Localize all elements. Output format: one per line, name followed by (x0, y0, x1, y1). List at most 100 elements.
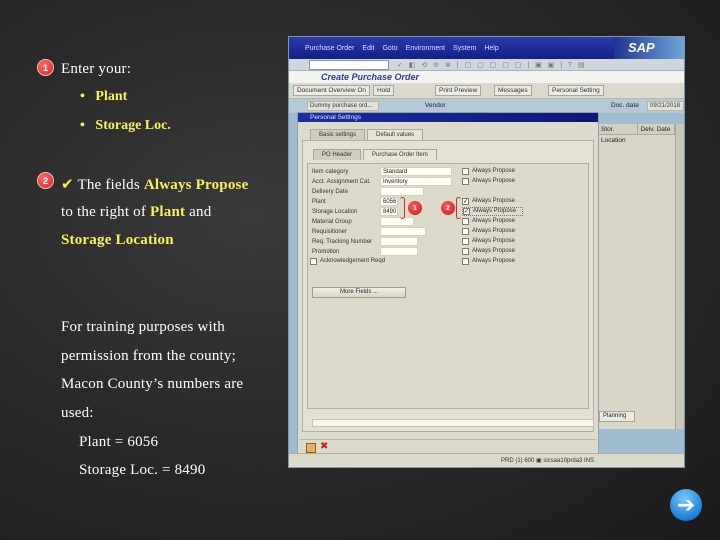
always-propose-material-group[interactable]: Always Propose (462, 217, 515, 226)
note-storage-value: Storage Loc. = 8490 (79, 462, 206, 478)
checkbox-checked[interactable]: ✓ (462, 198, 469, 205)
annotation-badge-1: 1 (408, 201, 422, 215)
menu-system[interactable]: System (453, 45, 476, 52)
checkbox[interactable] (462, 218, 469, 225)
acknowledgement-reqd-checkbox[interactable]: Acknowledgement Reqd (310, 257, 385, 266)
save-icon[interactable] (306, 443, 316, 453)
delivery-date-field[interactable] (380, 187, 424, 196)
item-category-field[interactable]: Standard (380, 167, 452, 176)
table-vertical-scrollbar[interactable] (675, 124, 684, 429)
personal-setting-button[interactable]: Personal Setting (548, 85, 604, 96)
checkbox-label: Always Propose (472, 238, 516, 244)
note-line-1: For training purposes with (61, 319, 225, 335)
req-tracking-field[interactable] (380, 237, 418, 246)
note-line-3: Macon County’s numbers are (61, 376, 244, 392)
annotation-brace-2 (456, 197, 461, 219)
checkbox[interactable] (462, 168, 469, 175)
label-requisitioner: Requisitioner (312, 229, 348, 235)
label-storage-location: Storage Location (312, 209, 358, 215)
tab-default-values[interactable]: Default values (367, 129, 424, 140)
sap-menu-bar: Purchase Order Edit Goto Environment Sys… (289, 37, 684, 59)
tab-purchase-order-item[interactable]: Purchase Order Item (363, 149, 437, 160)
checkbox[interactable] (462, 238, 469, 245)
system-info: PRD (1) 600 ▣ sicsaa10prda3 INS (501, 458, 595, 464)
hold-button[interactable]: Hold (373, 85, 395, 96)
acct-assignment-field[interactable]: Inventory (380, 177, 452, 186)
item-table-header: Stor. Location Delv. Date (599, 124, 675, 144)
label-item-category: Item category (312, 169, 349, 175)
menu-environment[interactable]: Environment (406, 45, 445, 52)
label-req-tracking: Req. Tracking Number (312, 239, 373, 245)
checkbox[interactable] (462, 258, 469, 265)
sap-logo: SAP (614, 37, 684, 59)
checkbox[interactable] (462, 178, 469, 185)
more-fields-button[interactable]: More Fields ... (312, 287, 406, 298)
step-2-badge: 2 (37, 172, 54, 189)
print-preview-button[interactable]: Print Preview (435, 85, 482, 96)
annotation-brace-1 (400, 197, 405, 219)
always-propose-storage-location[interactable]: ✓ Always Propose (462, 207, 524, 216)
checkbox-checked[interactable]: ✓ (463, 208, 470, 215)
sap-screenshot: Purchase Order Edit Goto Environment Sys… (288, 36, 685, 468)
checkbox-label: Always Propose (473, 208, 517, 214)
checkbox-label: Always Propose (472, 218, 516, 224)
always-propose-acct-assignment[interactable]: Always Propose (462, 177, 515, 186)
checkbox-label: Always Propose (472, 248, 516, 254)
checkbox[interactable] (462, 248, 469, 255)
planning-button[interactable]: Planning (599, 411, 635, 422)
col-storage-location[interactable]: Stor. Location (599, 124, 639, 144)
always-propose-req-tracking[interactable]: Always Propose (462, 237, 515, 246)
checkbox[interactable] (462, 228, 469, 235)
doc-date-field[interactable]: 09/21/2018 (647, 101, 684, 111)
bullet-plant: • Plant (80, 89, 127, 105)
cancel-icon[interactable]: ✖ (320, 441, 328, 452)
note-line-4: used: (61, 405, 94, 421)
po-header-row: Dummy purchase ord... Vendor Doc. date 0… (289, 99, 684, 113)
promotion-field[interactable] (380, 247, 418, 256)
tab-po-header[interactable]: PO Header (313, 149, 362, 160)
checkbox[interactable] (310, 258, 317, 265)
doc-type-select[interactable]: Dummy purchase ord... (307, 101, 379, 111)
panel-horizontal-scrollbar[interactable] (312, 419, 594, 427)
next-arrow-icon[interactable]: ➔ (670, 489, 702, 521)
step-1-intro: Enter your: (61, 61, 132, 77)
always-propose-highlight: Always Propose (143, 177, 249, 193)
annotation-badge-2: 2 (441, 201, 455, 215)
label-material-group: Material Group (312, 219, 352, 225)
doc-date-label: Doc. date (611, 102, 639, 109)
menu-edit[interactable]: Edit (362, 45, 374, 52)
checkbox-label: Always Propose (472, 228, 516, 234)
storage-location-field[interactable]: 8490 (380, 207, 398, 216)
always-propose-item-category[interactable]: Always Propose (462, 167, 515, 176)
checkbox-label: Acknowledgement Reqd (320, 258, 386, 264)
step-2-line-3: Storage Location (61, 232, 174, 249)
note-line-2: permission from the county; (61, 348, 236, 364)
label-plant: Plant (312, 199, 326, 205)
menu-goto[interactable]: Goto (382, 45, 397, 52)
menu-help[interactable]: Help (484, 45, 498, 52)
requisitioner-field[interactable] (380, 227, 426, 236)
bullet-storage-loc: • Storage Loc. (80, 118, 171, 134)
item-table: Stor. Location Delv. Date (598, 124, 684, 429)
label-promotion: Promotion (312, 249, 340, 255)
plant-field[interactable]: 6056 (380, 197, 398, 206)
always-propose-plant[interactable]: ✓ Always Propose (462, 197, 515, 206)
always-propose-promotion[interactable]: Always Propose (462, 247, 515, 256)
always-propose-requisitioner[interactable]: Always Propose (462, 227, 515, 236)
always-propose-ack[interactable]: Always Propose (462, 257, 515, 266)
command-field[interactable] (309, 60, 389, 70)
material-group-field[interactable] (380, 217, 414, 226)
toolbar-icons[interactable]: ✓ ◧ ⟲ ⊘ ⊗ | ▢ ▢ ▢ ▢ ▢ | ▣ ▣ | ? ▤ (397, 61, 586, 69)
bullet-plant-text: Plant (95, 89, 128, 104)
sap-standard-toolbar: ✓ ◧ ⟲ ⊘ ⊗ | ▢ ▢ ▢ ▢ ▢ | ▣ ▣ | ? ▤ (289, 59, 684, 71)
col-delivery-date[interactable]: Delv. Date (638, 124, 675, 134)
tab-basic-settings[interactable]: Basic settings (310, 129, 366, 140)
step-1-badge: 1 (37, 59, 54, 76)
document-overview-button[interactable]: Document Overview On (293, 85, 370, 96)
bullet-dot: • (80, 89, 85, 104)
purchase-order-item-panel: Item category Standard Always Propose Ac… (307, 163, 594, 427)
messages-button[interactable]: Messages (494, 85, 532, 96)
menu-purchase-order[interactable]: Purchase Order (305, 45, 354, 52)
subtabs: PO Header Purchase Order Item (313, 149, 437, 160)
dialog-title: Personal Settings (298, 113, 598, 122)
